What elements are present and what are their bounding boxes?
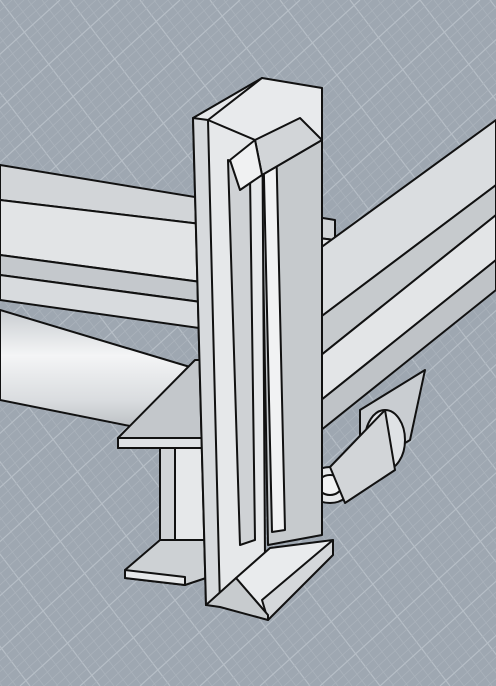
vertical-channel-post[interactable] (192, 77, 334, 621)
scene-canvas[interactable] (0, 0, 496, 686)
3d-viewport[interactable] (0, 0, 496, 686)
grid-line (489, 0, 496, 9)
grid-line (463, 656, 496, 686)
grid-line (461, 0, 496, 46)
